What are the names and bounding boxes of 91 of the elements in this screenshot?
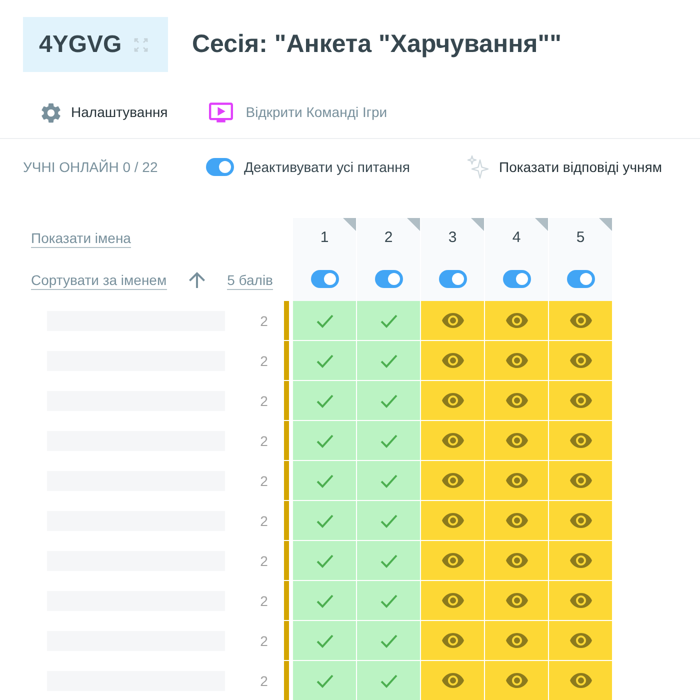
check-icon bbox=[380, 634, 398, 648]
eye-icon bbox=[570, 353, 592, 368]
eye-icon bbox=[506, 593, 528, 608]
check-icon bbox=[380, 314, 398, 328]
eye-icon bbox=[442, 393, 464, 408]
open-for-teams-button[interactable]: Відкрити Команді Ігри bbox=[208, 102, 388, 123]
eye-icon bbox=[506, 393, 528, 408]
eye-icon bbox=[442, 513, 464, 528]
eye-icon bbox=[442, 673, 464, 688]
student-score: 2 bbox=[259, 312, 269, 330]
settings-button[interactable]: Налаштування bbox=[41, 102, 168, 123]
check-icon bbox=[316, 554, 334, 568]
eye-icon bbox=[506, 313, 528, 328]
expand-icon[interactable] bbox=[134, 38, 148, 52]
eye-icon bbox=[442, 473, 464, 488]
student-score: 2 bbox=[259, 592, 269, 610]
eye-icon bbox=[442, 353, 464, 368]
eye-icon bbox=[506, 633, 528, 648]
settings-icon bbox=[41, 102, 61, 122]
show-answers-button[interactable]: Показати відповіді учням bbox=[467, 155, 662, 179]
question-number: 1 bbox=[320, 228, 329, 248]
check-icon bbox=[380, 434, 398, 448]
session-code: 4YGVG bbox=[39, 30, 122, 60]
eye-icon bbox=[506, 353, 528, 368]
question-number: 5 bbox=[576, 228, 585, 248]
eye-icon bbox=[442, 313, 464, 328]
student-score: 2 bbox=[259, 552, 269, 570]
check-icon bbox=[380, 514, 398, 528]
check-icon bbox=[316, 394, 334, 408]
sparkles-icon bbox=[467, 155, 489, 179]
check-icon bbox=[316, 594, 334, 608]
student-score: 2 bbox=[259, 672, 269, 690]
arrow-up-icon[interactable] bbox=[189, 272, 206, 288]
check-icon bbox=[316, 434, 334, 448]
eye-icon bbox=[570, 673, 592, 688]
session-title: Сесія: "Анкета "Харчування"" bbox=[192, 28, 562, 60]
question-toggle[interactable] bbox=[438, 270, 466, 288]
question-toggle[interactable] bbox=[502, 270, 530, 288]
question-toggle[interactable] bbox=[566, 270, 594, 288]
eye-icon bbox=[570, 553, 592, 568]
student-score: 2 bbox=[259, 392, 269, 410]
points-link[interactable]: 5 балів bbox=[227, 270, 273, 290]
corner-triangle-icon bbox=[407, 218, 420, 231]
eye-icon bbox=[442, 633, 464, 648]
corner-triangle-icon bbox=[343, 218, 356, 231]
eye-icon bbox=[506, 513, 528, 528]
monitor-play-icon bbox=[208, 102, 233, 123]
eye-icon bbox=[506, 473, 528, 488]
eye-icon bbox=[442, 593, 464, 608]
student-score: 2 bbox=[259, 512, 269, 530]
question-number: 3 bbox=[448, 228, 457, 248]
check-icon bbox=[380, 474, 398, 488]
check-icon bbox=[316, 474, 334, 488]
check-icon bbox=[316, 354, 334, 368]
eye-icon bbox=[506, 553, 528, 568]
question-toggle[interactable] bbox=[310, 270, 338, 288]
student-score: 2 bbox=[259, 432, 269, 450]
check-icon bbox=[316, 314, 334, 328]
check-icon bbox=[380, 594, 398, 608]
eye-icon bbox=[570, 473, 592, 488]
student-score: 2 bbox=[259, 352, 269, 370]
eye-icon bbox=[570, 393, 592, 408]
eye-icon bbox=[570, 433, 592, 448]
corner-triangle-icon bbox=[535, 218, 548, 231]
check-icon bbox=[380, 394, 398, 408]
question-toggle[interactable] bbox=[374, 270, 402, 288]
eye-icon bbox=[570, 633, 592, 648]
eye-icon bbox=[570, 513, 592, 528]
online-count: УЧНІ ОНЛАЙН 0 / 22 bbox=[23, 158, 158, 174]
check-icon bbox=[380, 674, 398, 688]
check-icon bbox=[380, 554, 398, 568]
student-score: 2 bbox=[259, 632, 269, 650]
corner-triangle-icon bbox=[471, 218, 484, 231]
question-number: 2 bbox=[384, 228, 393, 248]
toggle-label: Деактивувати усі питання bbox=[244, 158, 410, 177]
check-icon bbox=[316, 514, 334, 528]
sort-by-name-link[interactable]: Сортувати за іменем bbox=[31, 270, 167, 290]
eye-icon bbox=[442, 553, 464, 568]
check-icon bbox=[316, 674, 334, 688]
eye-icon bbox=[570, 593, 592, 608]
check-icon bbox=[380, 354, 398, 368]
eye-icon bbox=[506, 673, 528, 688]
student-score: 2 bbox=[259, 472, 269, 490]
deactivate-all-toggle[interactable] bbox=[206, 158, 234, 176]
corner-triangle-icon bbox=[599, 218, 612, 231]
show-names-link[interactable]: Показати імена bbox=[31, 229, 131, 248]
question-number: 4 bbox=[512, 228, 521, 248]
check-icon bbox=[316, 634, 334, 648]
eye-icon bbox=[506, 433, 528, 448]
eye-icon bbox=[442, 433, 464, 448]
eye-icon bbox=[570, 313, 592, 328]
